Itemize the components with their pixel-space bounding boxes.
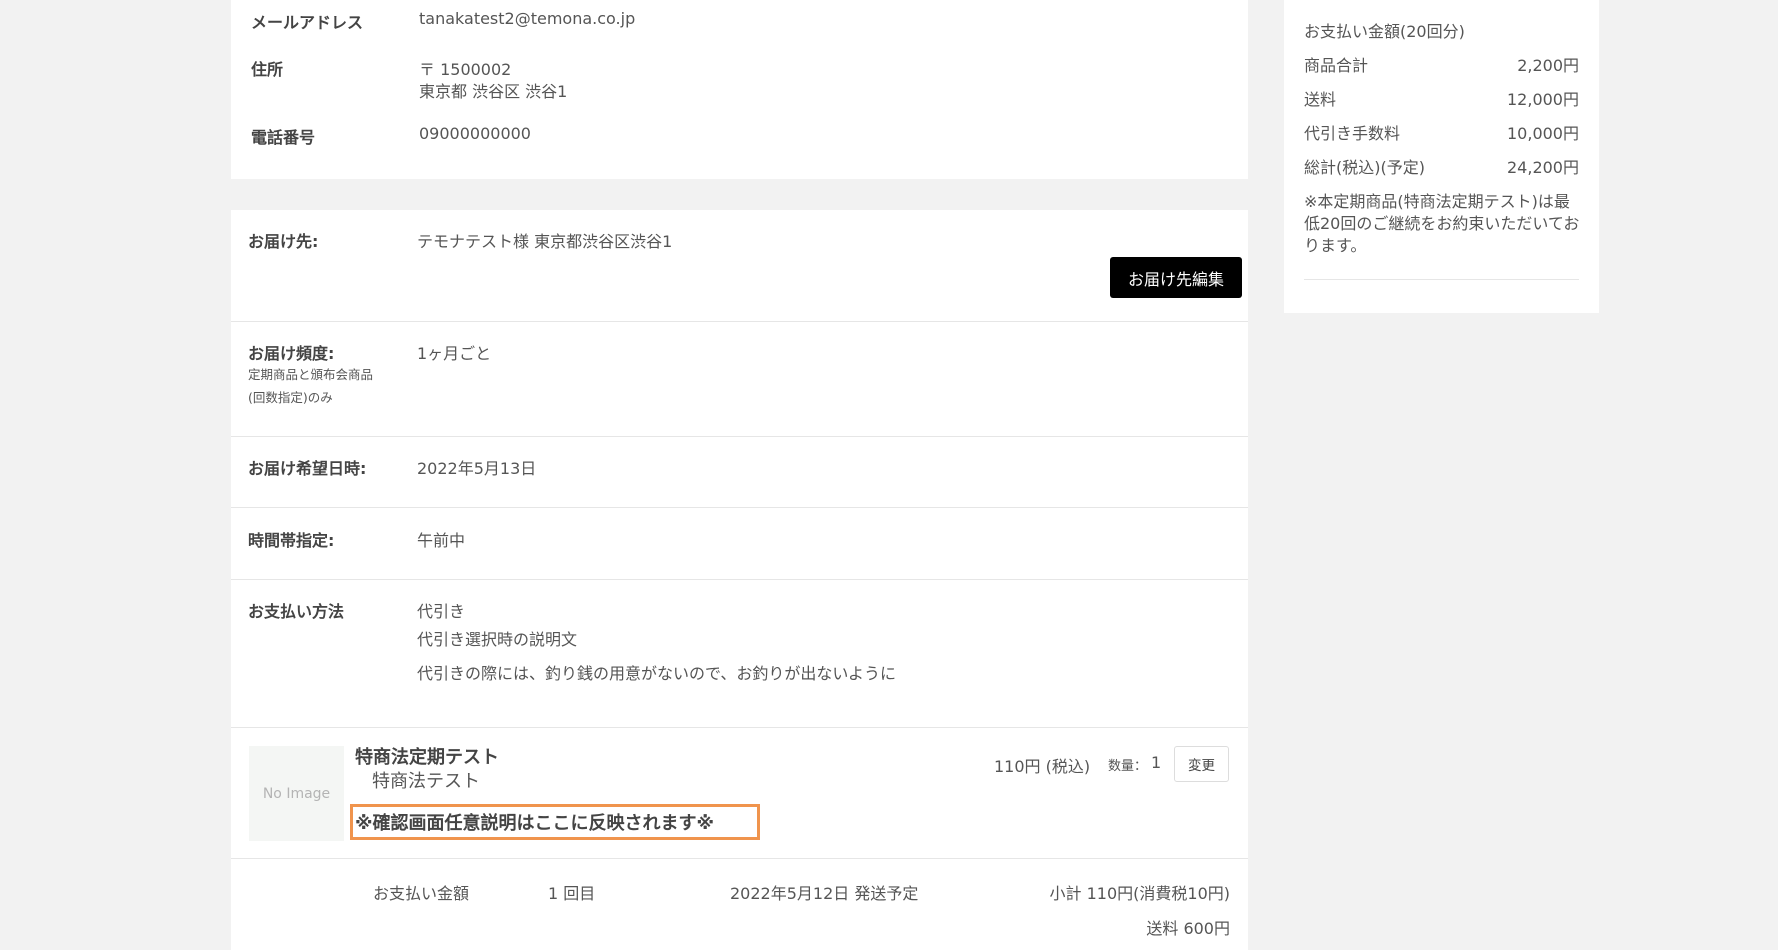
desired-date-value: 2022年5月13日	[417, 459, 537, 478]
product-image-placeholder: No Image	[249, 746, 344, 841]
schedule-shipping: 送料 600円	[1146, 919, 1230, 938]
summary-row-products: 商品合計 2,200円	[1304, 52, 1579, 76]
address-line: 東京都 渋谷区 渋谷1	[419, 82, 568, 101]
divider	[231, 436, 1248, 437]
quantity-label: 数量：	[1108, 759, 1148, 774]
edit-delivery-button[interactable]: お届け先編集	[1110, 257, 1242, 298]
payment-method-label: お支払い方法	[248, 602, 345, 621]
summary-row-label: 送料	[1304, 90, 1337, 109]
phone-value: 09000000000	[419, 124, 531, 143]
no-image-text: No Image	[262, 785, 331, 802]
delivery-value: テモナテスト様 東京都渋谷区渋谷1	[417, 232, 673, 251]
customer-info-card: メールアドレス tanakatest2@temona.co.jp 住所 〒 15…	[231, 0, 1248, 179]
summary-row-value: 24,200円	[1507, 158, 1579, 177]
frequency-note-line1: 定期商品と頒布会商品	[248, 367, 374, 382]
divider	[231, 579, 1248, 580]
summary-divider	[1304, 279, 1579, 280]
phone-label: 電話番号	[251, 128, 316, 147]
schedule-count: 1 回目	[548, 884, 596, 903]
address-label: 住所	[251, 60, 284, 79]
email-label: メールアドレス	[251, 13, 364, 32]
divider	[231, 507, 1248, 508]
product-name: 特商法定期テスト	[355, 747, 499, 768]
payment-desc-title: 代引き選択時の説明文	[417, 630, 578, 649]
summary-note-line2: 低20回のご継続をお約束いただいてお	[1304, 214, 1580, 233]
summary-row-label: 商品合計	[1304, 56, 1369, 75]
email-value: tanakatest2@temona.co.jp	[419, 9, 636, 28]
frequency-value: 1ヶ月ごと	[417, 344, 492, 363]
divider	[231, 727, 1248, 728]
product-description: ※確認画面任意説明はここに反映されます※	[355, 813, 714, 834]
summary-row-value: 10,000円	[1507, 124, 1579, 143]
summary-note-line3: ります。	[1304, 236, 1367, 255]
summary-row-label: 代引き手数料	[1304, 124, 1401, 143]
summary-row-value: 12,000円	[1507, 90, 1579, 109]
delivery-label: お届け先:	[248, 232, 319, 251]
order-details-card: お届け先: テモナテスト様 東京都渋谷区渋谷1 お届け先編集 お届け頻度: 定期…	[231, 210, 1248, 950]
change-quantity-button[interactable]: 変更	[1174, 746, 1229, 782]
frequency-label: お届け頻度:	[248, 344, 335, 363]
desired-date-label: お届け希望日時:	[248, 459, 367, 478]
schedule-payment-label: お支払い金額	[373, 884, 470, 903]
quantity-value: 1	[1151, 753, 1162, 772]
schedule-ship-date: 2022年5月12日 発送予定	[730, 884, 919, 903]
summary-title: お支払い金額(20回分)	[1304, 22, 1465, 41]
summary-note-line1: ※本定期商品(特商法定期テスト)は最	[1304, 192, 1570, 211]
summary-row-value: 2,200円	[1517, 56, 1579, 75]
summary-row-label: 総計(税込)(予定)	[1304, 158, 1425, 177]
product-subname: 特商法テスト	[372, 771, 480, 792]
payment-desc: 代引きの際には、釣り銭の用意がないので、お釣りが出ないように	[417, 664, 897, 683]
payment-summary-card: お支払い金額(20回分) 商品合計 2,200円 送料 12,000円 代引き手…	[1284, 0, 1599, 313]
payment-method-value: 代引き	[417, 602, 466, 621]
divider	[231, 858, 1248, 859]
time-slot-value: 午前中	[417, 531, 466, 550]
summary-row-shipping: 送料 12,000円	[1304, 86, 1579, 110]
schedule-subtotal: 小計 110円(消費税10円)	[1049, 884, 1230, 903]
product-price: 110円 (税込)	[994, 757, 1091, 776]
frequency-note-line2: (回数指定)のみ	[248, 390, 333, 405]
summary-row-cod-fee: 代引き手数料 10,000円	[1304, 120, 1579, 144]
time-slot-label: 時間帯指定:	[248, 531, 335, 550]
divider	[231, 321, 1248, 322]
summary-row-total: 総計(税込)(予定) 24,200円	[1304, 154, 1579, 178]
postal-code: 〒 1500002	[419, 60, 512, 79]
